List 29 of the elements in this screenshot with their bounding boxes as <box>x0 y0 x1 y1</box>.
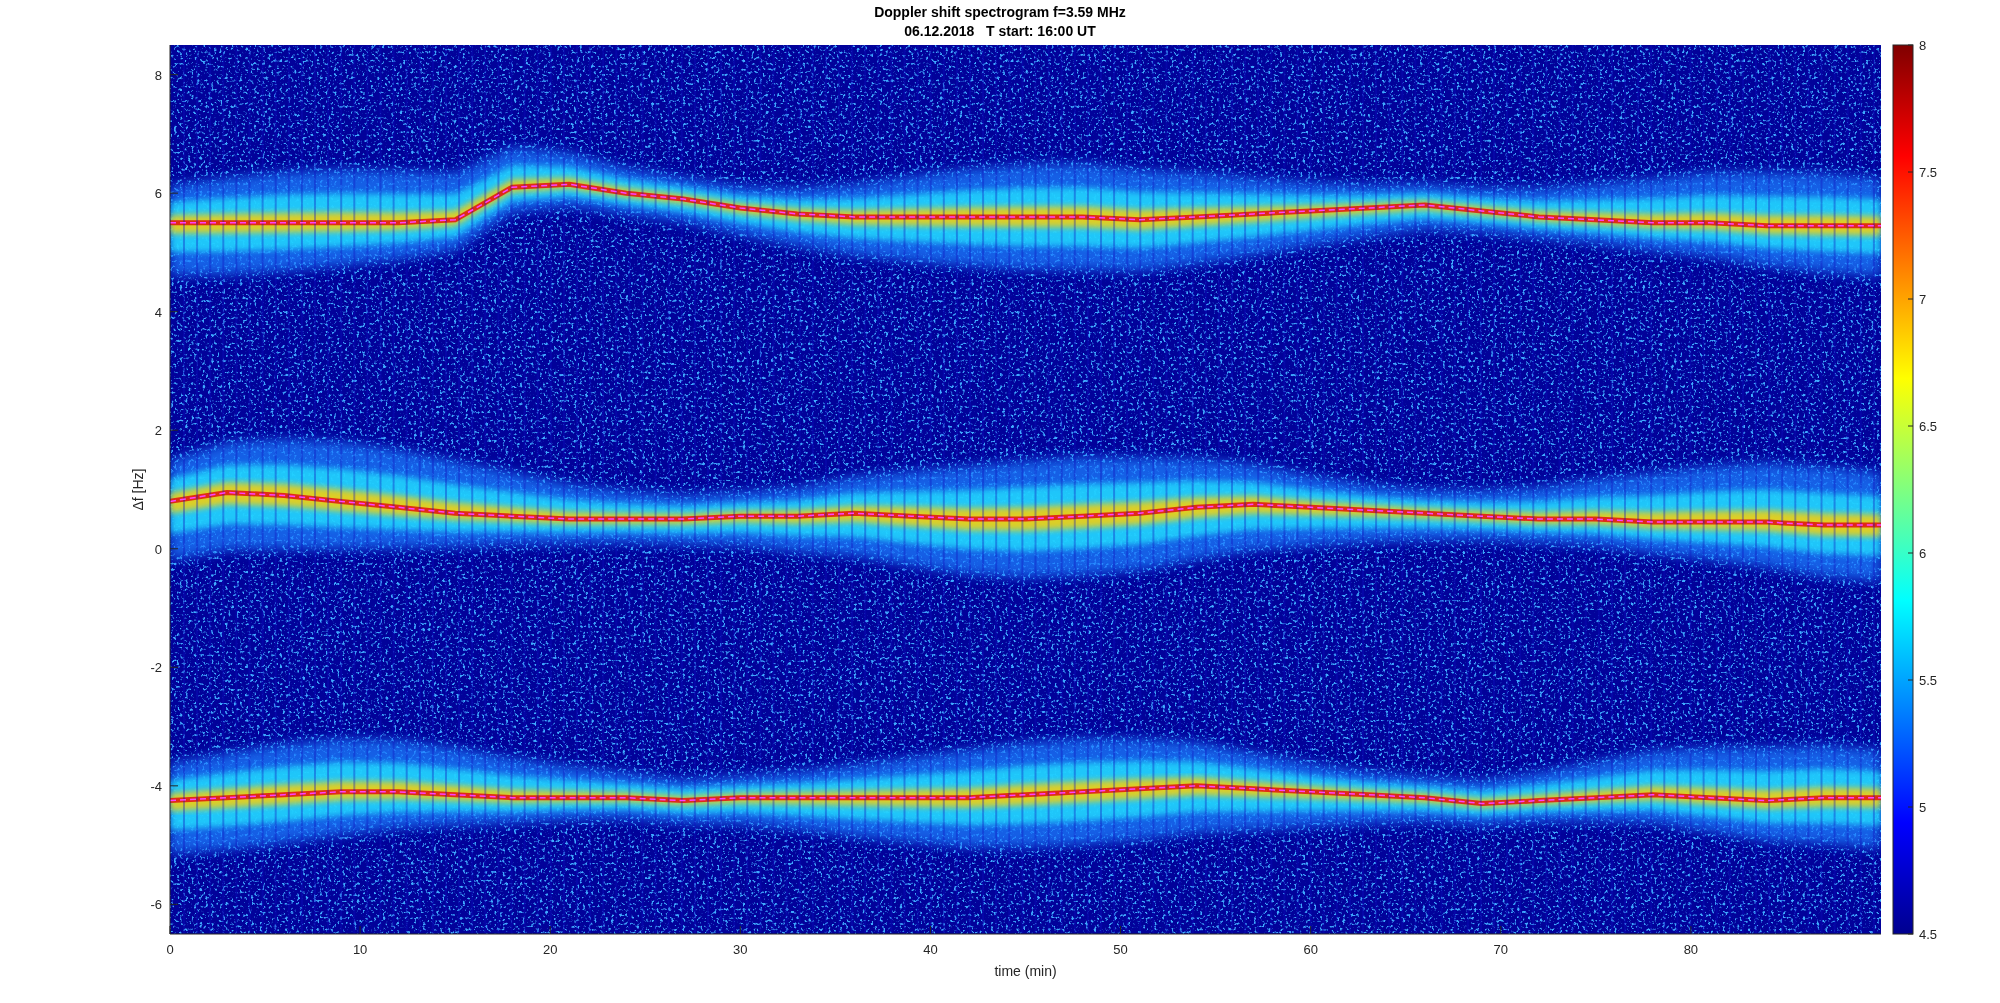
colorbar-tick-label: 8 <box>1919 38 1927 53</box>
x-axis-label: time (min) <box>994 963 1057 979</box>
x-tick-label: 50 <box>1113 942 1128 957</box>
x-tick-label: 10 <box>352 942 368 957</box>
y-tick-label: -4 <box>150 778 162 794</box>
x-tick-label: 40 <box>923 942 938 957</box>
y-tick-label: -6 <box>150 897 162 913</box>
colorbar-tick-label: 6 <box>1919 546 1927 561</box>
y-tick-label: 4 <box>154 304 162 320</box>
colorbar-tick-label: 5 <box>1919 800 1927 815</box>
colorbar-tick-label: 4.5 <box>1919 927 1938 942</box>
x-tick-label: 60 <box>1303 942 1318 957</box>
plot-title: Doppler shift spectrogram f=3.59 MHz <box>874 4 1126 20</box>
colorbar-tick-label: 6.5 <box>1919 419 1938 434</box>
y-tick-label: 8 <box>154 67 162 83</box>
x-tick-label: 30 <box>733 942 748 957</box>
x-tick-label: 70 <box>1493 942 1508 957</box>
y-tick-label: 6 <box>154 186 162 202</box>
y-tick-label: -2 <box>150 660 162 676</box>
y-axis-label: Δf [Hz] <box>130 468 146 511</box>
plot-subtitle: 06.12.2018 T start: 16:00 UT <box>904 23 1096 39</box>
y-tick-label: 2 <box>154 423 162 439</box>
colorbar-tick-label: 7 <box>1919 292 1927 307</box>
colorbar-tick-label: 5.5 <box>1919 673 1938 688</box>
y-tick-label: 0 <box>154 541 162 557</box>
x-tick-label: 20 <box>543 942 558 957</box>
x-tick-label: 0 <box>166 942 174 957</box>
x-tick-label: 80 <box>1683 942 1699 957</box>
colorbar-tick-label: 7.5 <box>1919 165 1938 180</box>
